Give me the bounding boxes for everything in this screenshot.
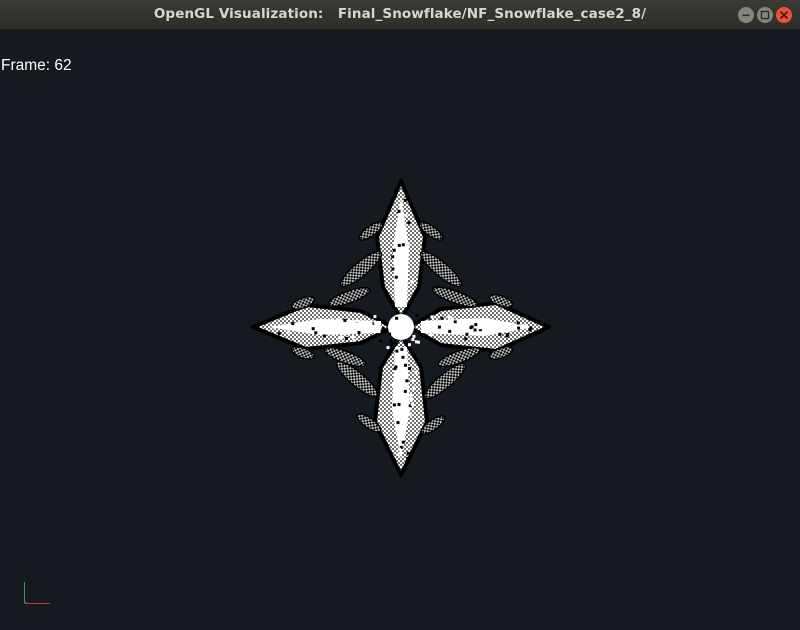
opengl-viewport[interactable]: Frame: 62 [0,30,800,630]
maximize-icon [760,10,770,20]
frame-value: 62 [54,57,72,74]
axis-gizmo [24,582,50,604]
maximize-button[interactable] [757,7,773,23]
frame-label: Frame: [1,57,51,74]
close-button[interactable] [776,7,792,23]
frame-counter: Frame: 62 [1,57,72,75]
application-window: OpenGL Visualization: Final_Snowflake/NF… [0,0,800,630]
minimize-icon [742,14,750,17]
window-title: OpenGL Visualization: Final_Snowflake/NF… [153,6,647,22]
close-icon [780,11,788,19]
minimize-button[interactable] [738,7,754,23]
title-bar[interactable]: OpenGL Visualization: Final_Snowflake/NF… [0,0,800,30]
